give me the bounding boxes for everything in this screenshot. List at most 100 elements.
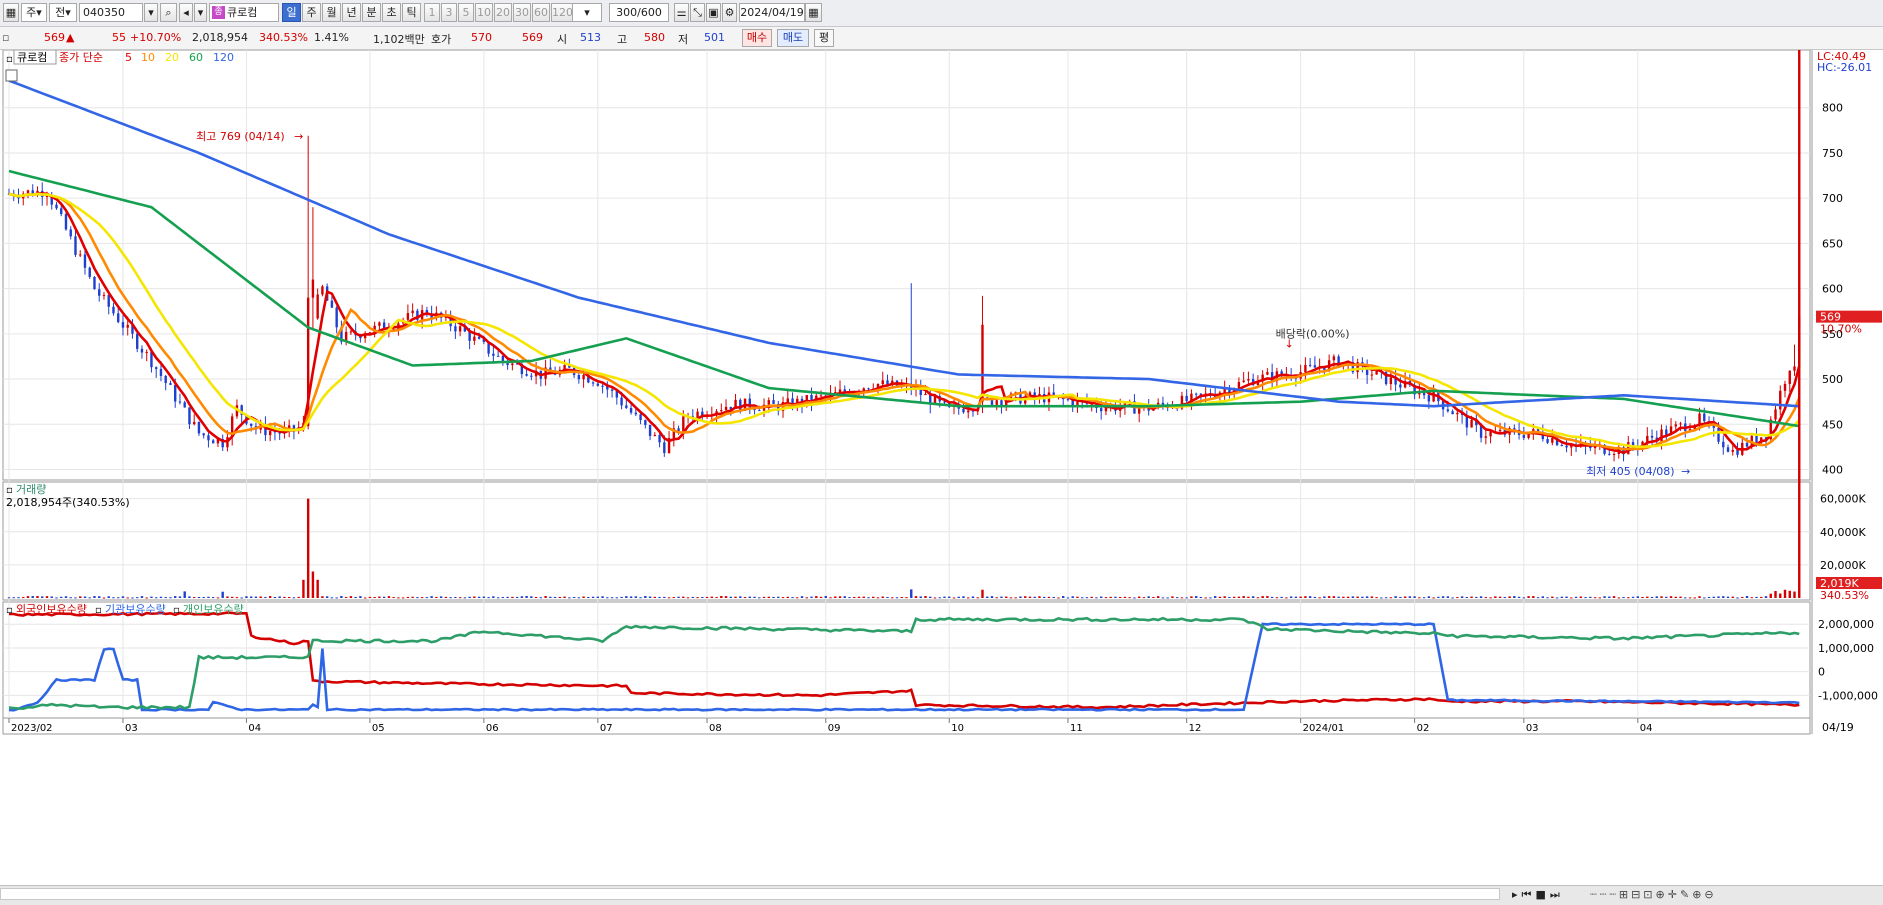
volume-bar [98,596,101,598]
compare-icon[interactable]: ⚌ [674,3,689,22]
volume-bar [1175,597,1179,599]
stop-icon[interactable]: ■ [1535,888,1549,901]
volume-bar [387,596,391,598]
period-1[interactable]: 주 [302,3,321,22]
candle-body [126,324,129,328]
calendar-icon[interactable]: ▦ [805,3,822,22]
zoom-tools[interactable]: ┈┈┈⊞⊟⊡⊕✛✎⊕⊖ [1590,888,1717,901]
candle-body [330,300,334,308]
code-dropdown[interactable]: ▾ [144,3,158,22]
x-tick-label: 07 [600,723,613,734]
volume-bar [121,596,125,598]
volume-bar [943,596,946,598]
candle-body [1793,366,1796,371]
interval-2[interactable]: 5 [458,3,474,22]
volume-bar [1703,597,1706,599]
volume-bar [558,596,562,598]
play-icon[interactable]: ▸ [1512,888,1522,901]
volume-bar [1118,597,1122,599]
volume-bar [74,597,77,599]
search-icon[interactable]: ⌕ [160,3,177,22]
volume-bar [1579,596,1583,598]
period-4[interactable]: 분 [362,3,381,22]
tool-icon[interactable]: ⊞⊟⊡⊕ [1619,888,1668,901]
candle-body [1774,409,1777,420]
grid-icon[interactable]: ▦ [3,3,19,22]
scroll-buttons[interactable]: ▸⏮■⏭ [1512,888,1564,902]
code-input[interactable]: 040350 [79,3,143,22]
pen-icon[interactable]: ✎ [1680,888,1692,901]
gear-icon[interactable]: ⚙ [722,3,737,22]
date-value: 2024/04/19 [740,6,804,19]
candle-body [458,326,462,332]
crosshair-icon[interactable]: ✛ [1668,888,1680,901]
interval-0[interactable]: 1 [424,3,440,22]
period-6[interactable]: 틱 [402,3,421,22]
volume-bar [1798,0,1801,598]
candle-body [767,400,770,405]
interval-5[interactable]: 30 [513,3,531,22]
volume-bar [1646,596,1649,598]
volume-bar [1332,596,1336,598]
expand-icon[interactable]: ⤡ [690,3,705,22]
ruler-icon[interactable]: ┈┈┈ [1590,888,1619,901]
interval-3[interactable]: 10 [475,3,493,22]
volume-bar [1166,597,1169,599]
period-5[interactable]: 초 [382,3,401,22]
price-tick-label: 600 [1822,283,1843,296]
volume-bar [900,597,903,599]
volume-bar [881,596,884,598]
volume-bar [772,596,775,598]
buy-button[interactable]: 매수 [742,29,772,47]
interval-7[interactable]: 120 [551,3,573,22]
volume-bar [1731,596,1734,598]
candle-body [1308,364,1312,366]
volume-bar [734,596,737,598]
type-select[interactable]: 주▾ [21,3,47,22]
date-input[interactable]: 2024/04/19 [739,3,805,22]
volume-bar [297,596,300,598]
speaker-icon[interactable]: ◂ [179,3,193,22]
volume-bar [876,597,880,599]
zoom-out-icon[interactable]: ⊖ [1704,888,1716,901]
volume-bar [1047,596,1051,598]
x-tick-label: 10 [951,723,964,734]
save-icon[interactable]: ▣ [706,3,721,22]
rewind-icon[interactable]: ⏮ [1522,888,1536,901]
candle-body [1722,441,1725,448]
zoom-in-icon[interactable]: ⊕ [1692,888,1704,901]
candle-body [1375,370,1378,375]
period-2[interactable]: 월 [322,3,341,22]
volume-bar [41,596,44,598]
volume-bar [1275,597,1279,599]
volume-bar [1251,596,1255,598]
volume-bar [1194,596,1198,598]
volume-bar [169,597,172,599]
volume-bar [1589,596,1592,598]
volume-bar [1043,596,1046,598]
count-input[interactable]: 300/600 [609,3,669,22]
candle-body [178,401,182,403]
period-0[interactable]: 일 [282,3,301,22]
forward-icon[interactable]: ⏭ [1550,888,1564,901]
volume-bar [715,597,718,599]
interval-6[interactable]: 60 [532,3,550,22]
chevron-down-icon[interactable]: ▾ [194,3,207,22]
interval-4[interactable]: 20 [494,3,512,22]
candle-body [720,410,723,412]
volume-bar [55,597,58,599]
candle-body [311,279,315,298]
interval-1[interactable]: 3 [441,3,457,22]
interval-dropdown[interactable]: ▾ [572,3,602,22]
evaluate-button[interactable]: 평 [814,29,834,47]
period-3[interactable]: 년 [342,3,361,22]
stock-name-field[interactable]: 종 큐로컴 [209,3,279,22]
chart-svg[interactable]: 4004505005506006507007508002023/02 03 04 05… [0,0,1883,892]
low-arrow: → [1681,465,1690,478]
chevron-down-icon: ▾ [36,6,42,19]
candle-body [145,351,148,353]
market-tab[interactable]: 전▾ [49,3,77,22]
volume-bar [1028,596,1032,598]
sell-button[interactable]: 매도 [777,29,809,47]
horizontal-scrollbar[interactable] [0,888,1500,900]
